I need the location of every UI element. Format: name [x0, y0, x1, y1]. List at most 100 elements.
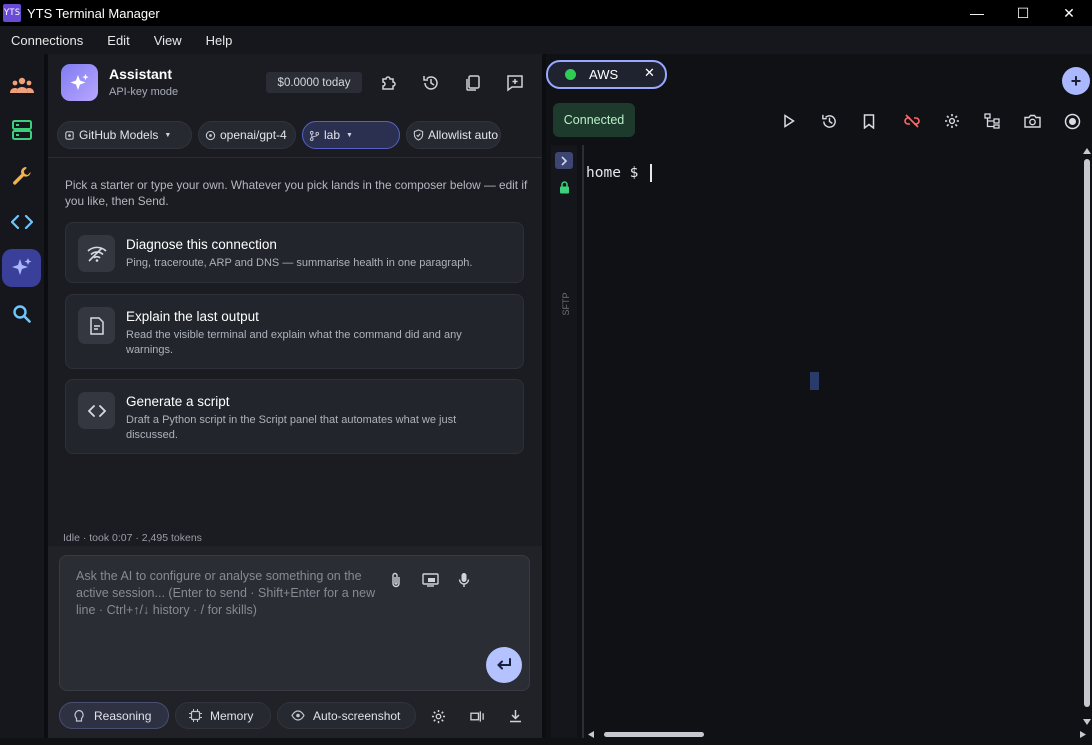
memory-label: Memory	[210, 708, 254, 723]
terminal-vertical-scrollbar[interactable]	[1082, 145, 1092, 727]
bookmark-icon[interactable]	[859, 111, 879, 131]
composer-toolbar: Reasoning Memory Auto-screenshot	[48, 702, 542, 730]
menu-bar: Connections Edit View Help	[0, 26, 1092, 54]
assistant-panel: Assistant API-key mode $0.0000 today Git…	[48, 54, 542, 738]
model-select[interactable]: openai/gpt-4	[198, 121, 296, 149]
reasoning-label: Reasoning	[94, 708, 152, 723]
starter-card-script[interactable]: Generate a script Draft a Python script …	[65, 379, 524, 454]
card-title: Explain the last output	[126, 309, 259, 324]
disconnect-link-icon[interactable]	[902, 111, 922, 131]
starter-card-diagnose[interactable]: Diagnose this connection Ping, tracerout…	[65, 222, 524, 283]
screen-capture-icon[interactable]	[421, 571, 439, 589]
connection-status-badge: Connected	[553, 103, 635, 137]
card-description: Ping, traceroute, ARP and DNS — summaris…	[126, 257, 473, 269]
sftp-tab[interactable]: SFTP	[561, 291, 571, 317]
menu-edit[interactable]: Edit	[107, 33, 129, 48]
team-icon[interactable]	[2, 66, 41, 104]
app-logo-icon: YTS	[3, 4, 21, 22]
copy-icon[interactable]	[462, 72, 484, 94]
header-divider	[48, 157, 542, 158]
title-bar: YTS YTS Terminal Manager — ☐ ✕	[0, 0, 1092, 26]
card-description: Read the visible terminal and explain wh…	[126, 329, 462, 356]
profile-label: lab	[324, 128, 341, 142]
starter-intro: Pick a starter or type your own. Whateve…	[65, 178, 528, 208]
provider-select[interactable]: GitHub Models ▼	[57, 121, 192, 149]
branch-icon	[309, 130, 320, 141]
composer-placeholder: Ask the AI to configure or analyse somet…	[76, 569, 376, 617]
model-label: openai/gpt-4	[220, 128, 287, 142]
session-tab-aws[interactable]: AWS ✕	[546, 60, 667, 89]
search-icon[interactable]	[2, 295, 41, 333]
composer-input[interactable]: Ask the AI to configure or analyse somet…	[59, 555, 530, 691]
menu-connections[interactable]: Connections	[11, 33, 83, 48]
window-title: YTS Terminal Manager	[27, 5, 160, 21]
nav-rail	[0, 54, 44, 738]
servers-icon[interactable]	[2, 111, 41, 149]
assistant-sparkle-icon	[61, 64, 98, 101]
enter-arrow-icon	[497, 658, 511, 670]
record-icon[interactable]	[1062, 111, 1082, 131]
sparkles-icon[interactable]	[2, 249, 41, 287]
close-tab-icon[interactable]: ✕	[644, 65, 655, 81]
add-session-button[interactable]: +	[1062, 67, 1090, 95]
play-icon[interactable]	[779, 111, 799, 131]
card-title: Generate a script	[126, 394, 230, 409]
settings-gear-icon[interactable]	[429, 707, 447, 725]
policy-label: Allowlist auto	[428, 128, 499, 142]
auto-screenshot-toggle[interactable]: Auto-screenshot	[277, 702, 416, 729]
terminal-view[interactable]: home $	[584, 145, 1078, 727]
history-icon[interactable]	[819, 111, 839, 131]
lock-icon[interactable]	[555, 179, 573, 196]
eye-icon	[291, 710, 305, 721]
terminal-horizontal-scrollbar[interactable]	[584, 727, 1092, 738]
brain-icon	[74, 709, 84, 722]
starter-card-explain[interactable]: Explain the last output Read the visible…	[65, 294, 524, 369]
plugin-icon[interactable]	[378, 72, 400, 94]
cost-badge: $0.0000 today	[266, 72, 362, 93]
memory-chip-icon	[189, 709, 202, 722]
shield-icon	[413, 129, 424, 141]
menu-help[interactable]: Help	[206, 33, 233, 48]
download-icon[interactable]	[506, 707, 524, 725]
wrench-icon[interactable]	[2, 157, 41, 195]
maximize-button[interactable]: ☐	[1000, 0, 1046, 26]
connection-status-dot	[565, 69, 576, 80]
session-area: AWS ✕ + Connected SFTP home $	[546, 54, 1092, 738]
assistant-mode: API-key mode	[109, 86, 179, 98]
provider-label: GitHub Models	[79, 128, 159, 142]
composer-area: Ask the AI to configure or analyse somet…	[48, 546, 542, 738]
minimize-button[interactable]: —	[954, 0, 1000, 26]
model-chip-icon	[205, 130, 216, 140]
send-button[interactable]	[486, 647, 522, 683]
session-side-strip: SFTP	[551, 145, 577, 738]
chevron-down-icon: ▼	[164, 131, 172, 139]
chevron-down-icon: ▼	[346, 131, 353, 139]
new-chat-icon[interactable]	[504, 72, 526, 94]
topology-icon[interactable]	[982, 111, 1002, 131]
terminal-block-cursor	[810, 372, 819, 390]
settings-gear-icon[interactable]	[942, 111, 962, 131]
profile-select[interactable]: lab ▼	[302, 121, 400, 149]
auto-screenshot-label: Auto-screenshot	[313, 708, 401, 723]
card-title: Diagnose this connection	[126, 237, 277, 252]
session-tab-label: AWS	[589, 67, 619, 82]
card-description: Draft a Python script in the Script pane…	[126, 414, 457, 441]
close-window-button[interactable]: ✕	[1046, 0, 1092, 26]
menu-view[interactable]: View	[154, 33, 182, 48]
assistant-status: Idle · took 0:07 · 2,495 tokens	[63, 532, 202, 544]
document-icon	[78, 307, 115, 344]
chip-icon	[65, 130, 74, 140]
terminal-prompt: home $	[586, 165, 639, 181]
expand-chevron-icon[interactable]	[555, 152, 573, 169]
policy-select[interactable]: Allowlist auto ▼	[406, 121, 501, 149]
memory-toggle[interactable]: Memory	[175, 702, 271, 729]
attach-icon[interactable]	[387, 571, 405, 589]
microphone-icon[interactable]	[455, 571, 473, 589]
code-icon[interactable]	[2, 203, 41, 241]
assistant-title: Assistant	[109, 66, 173, 82]
reasoning-toggle[interactable]: Reasoning	[59, 702, 169, 729]
clear-context-icon[interactable]	[468, 707, 486, 725]
camera-icon[interactable]	[1022, 111, 1042, 131]
terminal-cursor	[650, 164, 652, 182]
history-icon[interactable]	[420, 72, 442, 94]
